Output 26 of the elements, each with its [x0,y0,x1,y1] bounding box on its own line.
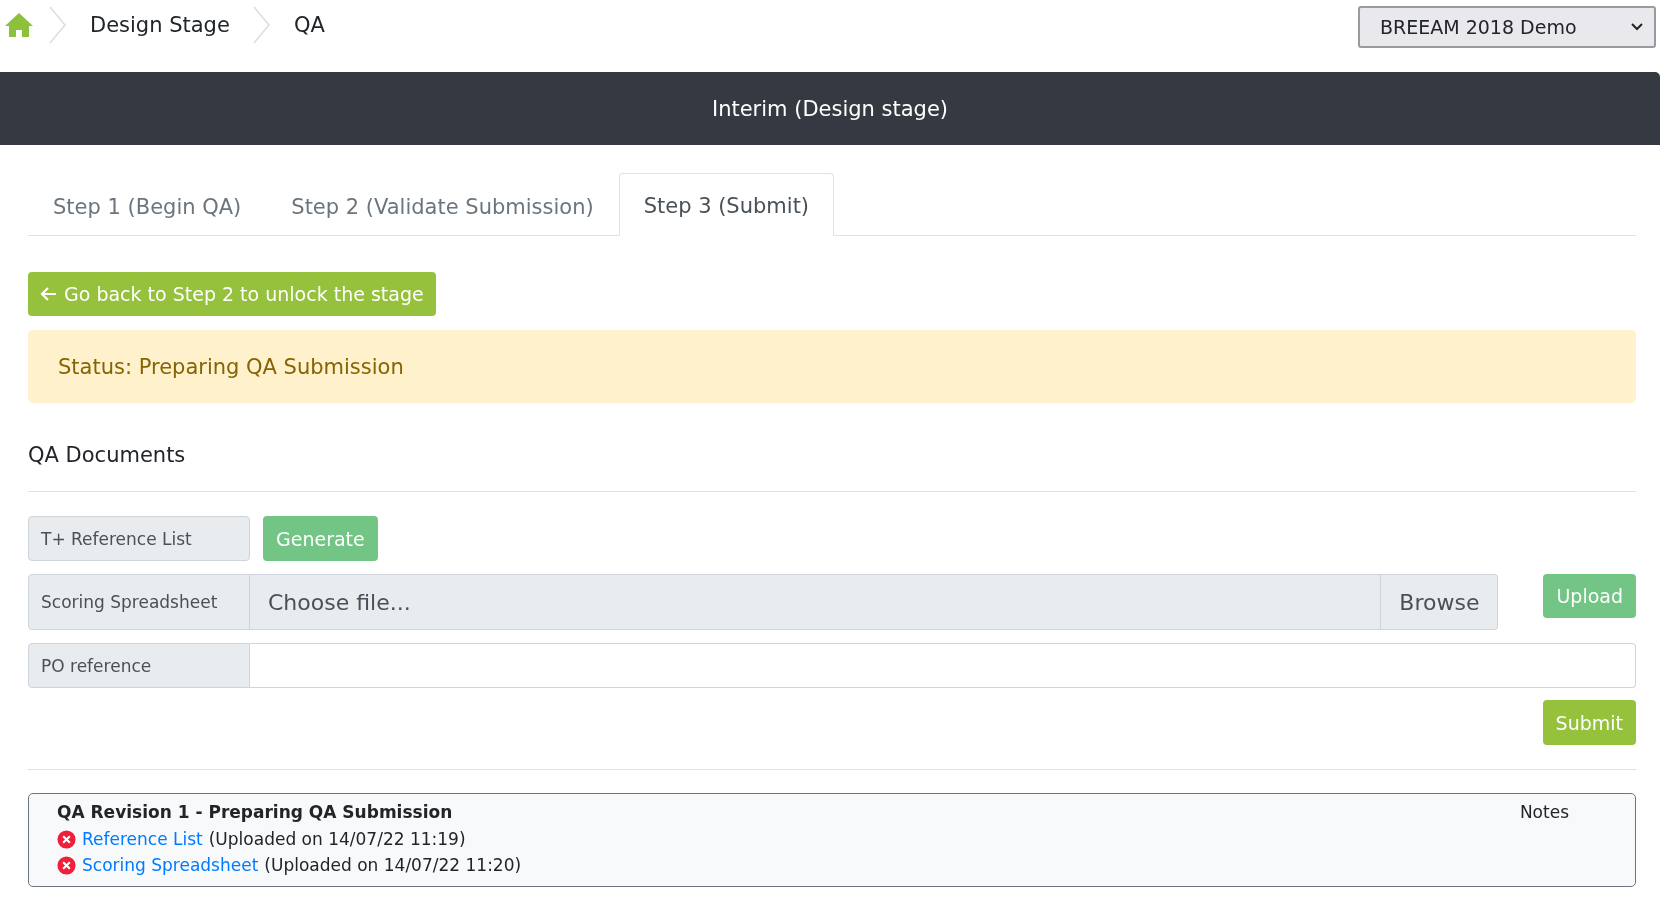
home-icon[interactable] [4,12,34,38]
upload-date: (Uploaded on 14/07/22 11:19) [208,829,466,849]
stage-title: Interim (Design stage) [711,96,949,121]
notes-label: Notes [1519,802,1569,824]
section-heading: QA Documents [28,443,187,467]
field-label: T+ Reference List [28,516,250,561]
file-link[interactable]: Scoring Spreadsheet [82,855,259,875]
chevron-right-icon [48,5,68,45]
step-tab[interactable]: Step 3 (Submit) [618,173,835,236]
input-field[interactable] [250,643,1636,688]
field-label: PO reference [28,643,250,688]
step-tab[interactable]: Step 1 (Begin QA) [28,174,267,236]
chevron-down-icon [1630,22,1644,32]
revision-title: QA Revision 1 - Preparing QA Submission [57,802,454,822]
error-icon [57,829,76,849]
upload-date: (Uploaded on 14/07/22 11:20) [264,855,522,875]
file-link[interactable]: Reference List [82,829,203,849]
chevron-right-icon [251,5,272,45]
field-label: Scoring Spreadsheet [28,574,250,630]
error-icon [57,855,76,875]
project-select[interactable]: BREEAM 2018 Demo [1358,6,1656,48]
breadcrumb-link[interactable]: Design Stage [82,13,238,37]
step-tab[interactable]: Step 2 (Validate Submission) [266,174,619,236]
breadcrumb-link[interactable]: QA [285,13,333,37]
status-text: Status: Preparing QA Submission [58,354,404,379]
arrow-left-icon [40,286,58,302]
